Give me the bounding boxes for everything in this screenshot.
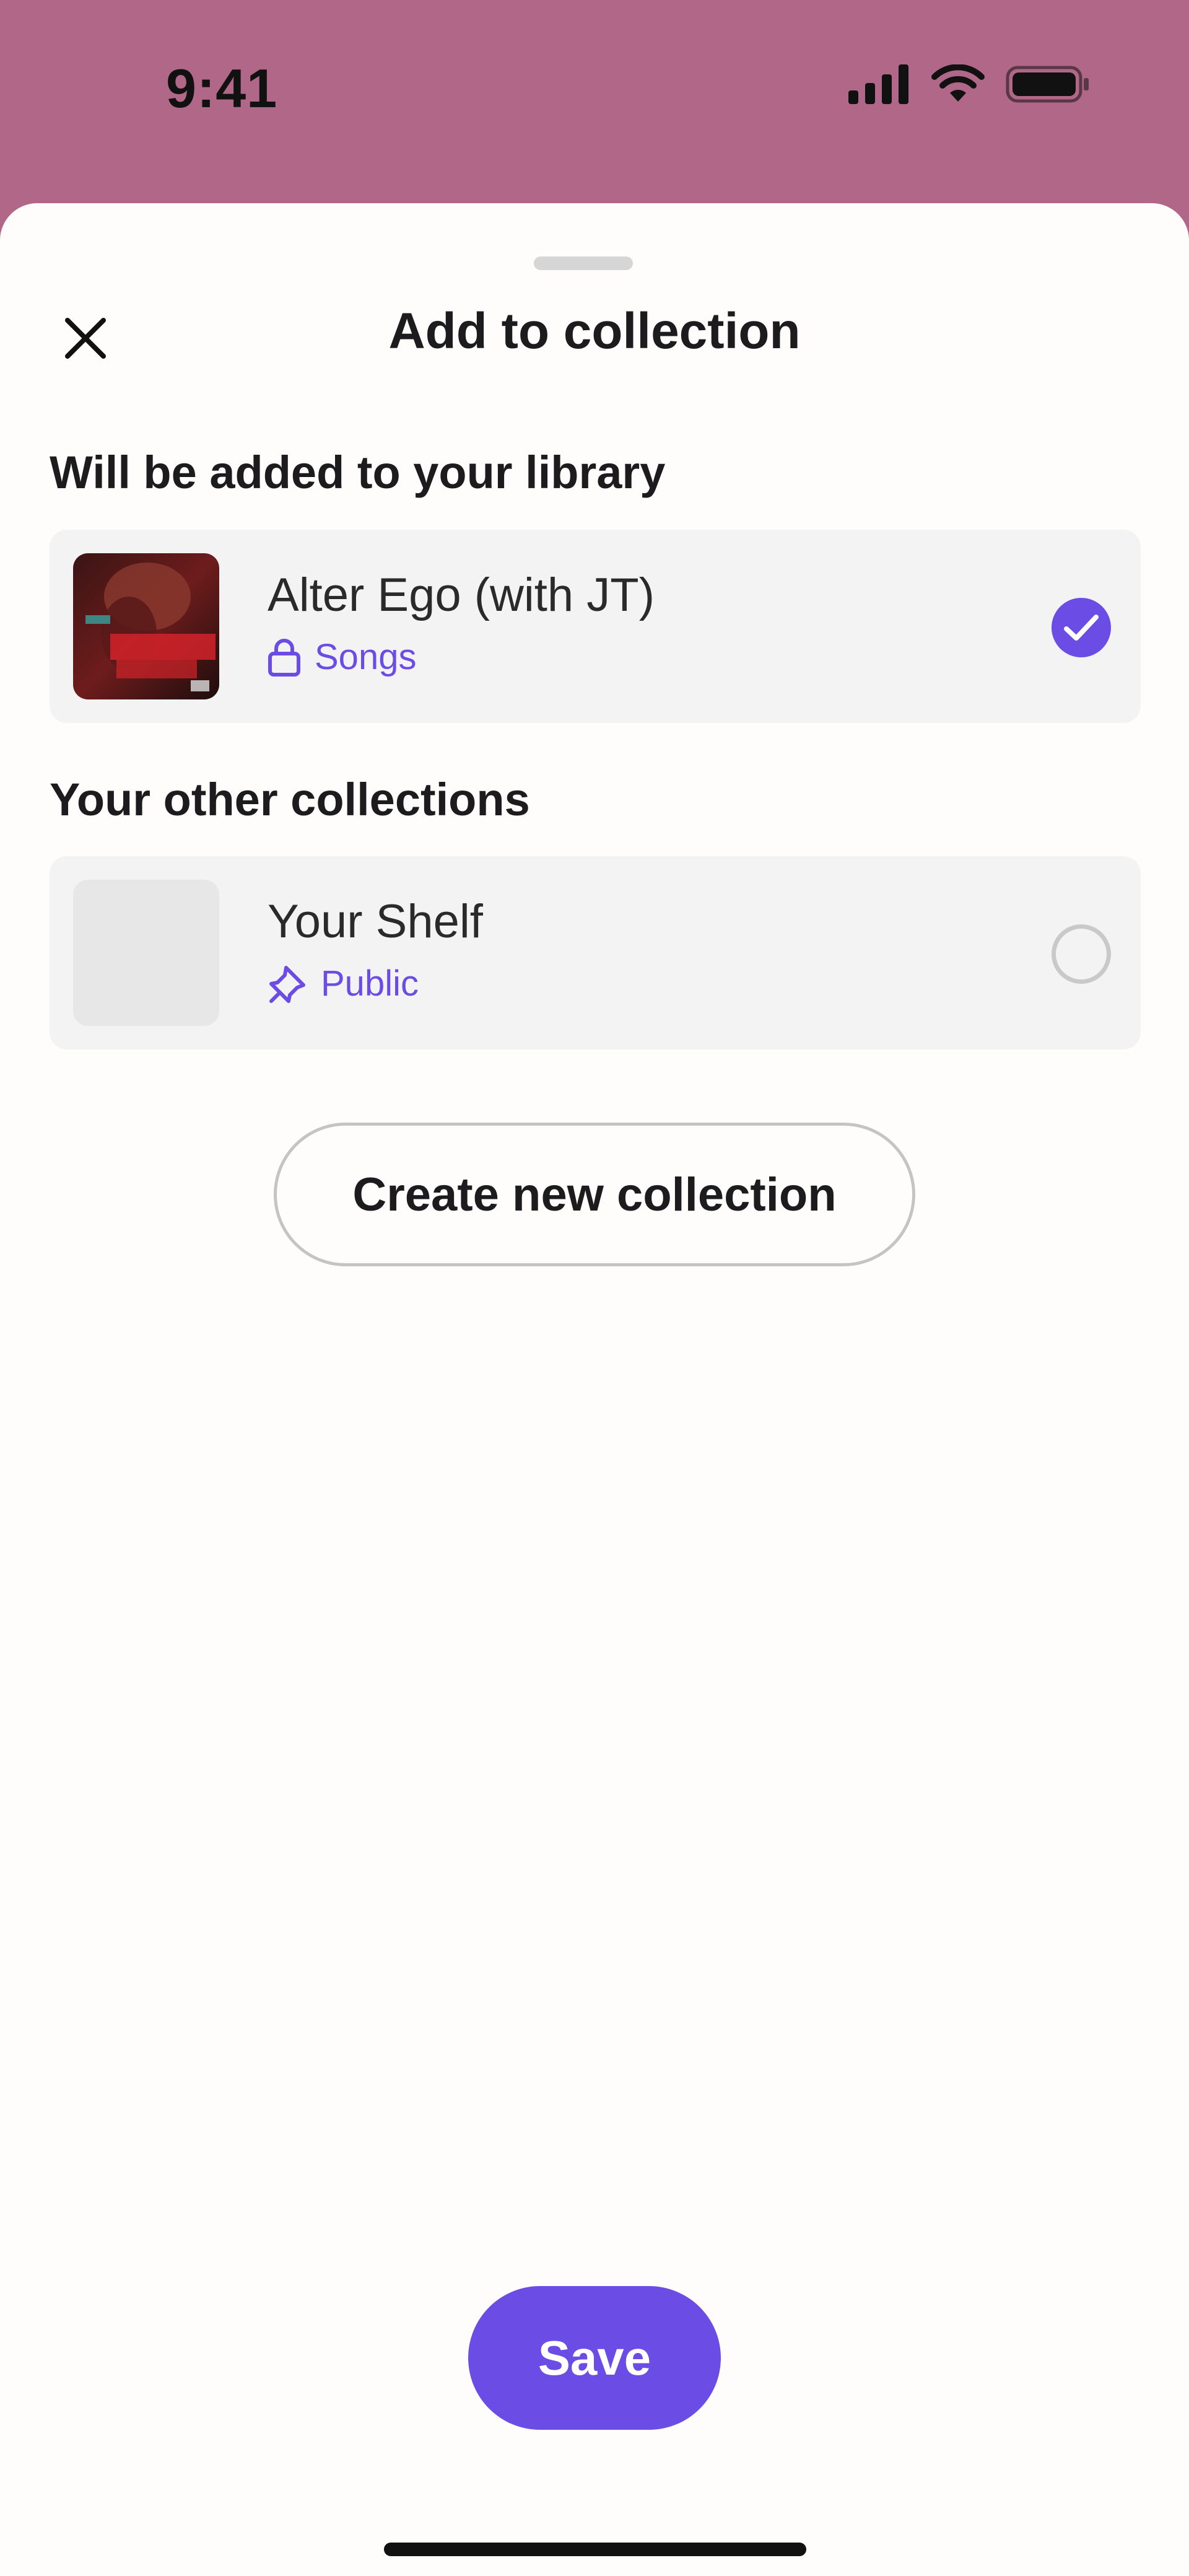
cellular-signal-icon [848, 64, 908, 104]
library-section-label: Will be added to your library [50, 447, 666, 498]
selected-checkbox[interactable] [1052, 598, 1111, 657]
library-item-subtitle: Songs [268, 636, 416, 678]
pin-icon [269, 965, 305, 1003]
sheet-grabber[interactable] [534, 256, 633, 270]
collection-title: Your Shelf [268, 895, 483, 948]
create-new-collection-button[interactable]: Create new collection [274, 1123, 915, 1266]
add-to-collection-sheet: Add to collection Will be added to your … [0, 203, 1189, 2576]
library-item-row[interactable]: Alter Ego (with JT) Songs [50, 530, 1141, 723]
album-art [73, 553, 219, 699]
home-indicator [384, 2543, 806, 2556]
other-collections-label: Your other collections [50, 774, 530, 825]
lock-icon [268, 638, 300, 677]
collection-subtitle: Public [268, 963, 419, 1004]
sheet-title: Add to collection [388, 303, 801, 359]
status-icons [848, 64, 1090, 104]
unselected-radio[interactable] [1052, 924, 1111, 984]
collection-row-your-shelf[interactable]: Your Shelf Public [50, 856, 1141, 1049]
library-item-title: Alter Ego (with JT) [268, 569, 655, 621]
save-button[interactable]: Save [468, 2286, 721, 2430]
battery-icon [1006, 66, 1089, 103]
collection-subtitle-text: Public [321, 963, 419, 1004]
status-time: 9:41 [166, 58, 278, 119]
library-item-subtitle-text: Songs [315, 637, 417, 677]
checkmark-icon [1064, 615, 1099, 641]
wifi-icon [931, 64, 985, 102]
status-bar: 9:41 [0, 0, 1189, 204]
collection-thumbnail [73, 880, 219, 1026]
